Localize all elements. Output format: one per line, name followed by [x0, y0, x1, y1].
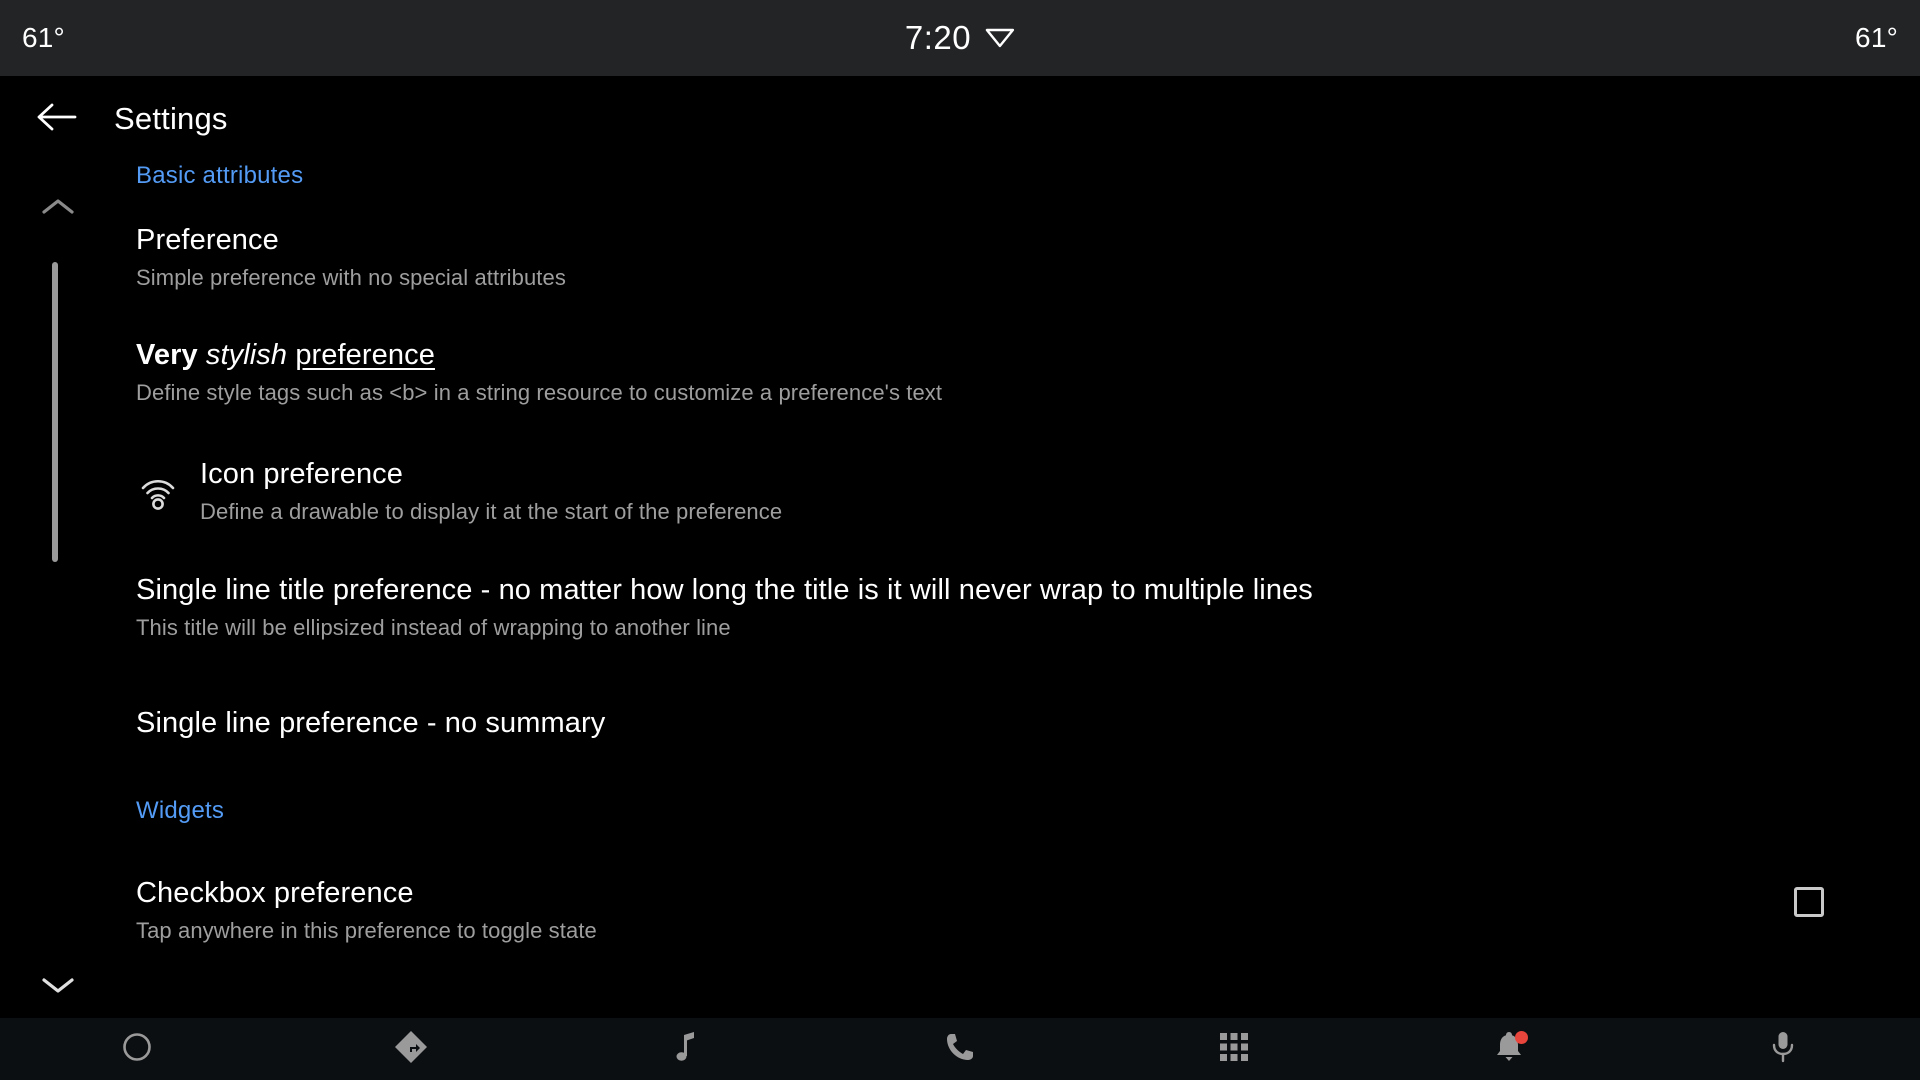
- preference-title: Very stylish preference: [136, 339, 1920, 372]
- chevron-down-icon: [40, 973, 76, 1002]
- preference-summary: Simple preference with no special attrib…: [136, 265, 566, 291]
- status-bar: 61° 7:20 61°: [0, 0, 1920, 76]
- preference-title: Icon preference: [200, 458, 404, 490]
- music-note-icon: [671, 1030, 701, 1069]
- home-circle-icon: [120, 1030, 154, 1069]
- preference-title: Checkbox preference: [136, 877, 414, 909]
- wifi-icon: [985, 23, 1015, 54]
- navigation-directions-icon: [393, 1029, 429, 1070]
- back-button[interactable]: [28, 91, 84, 147]
- preference-summary: Define style tags such as <b> in a strin…: [136, 380, 943, 406]
- nav-item-phone[interactable]: [823, 1018, 1097, 1080]
- app-bar: Settings: [0, 76, 1920, 162]
- preference-item-preference[interactable]: Preference Simple preference with no spe…: [136, 224, 1920, 291]
- preference-title: Preference: [136, 224, 279, 256]
- preference-item-single-line-no-summary[interactable]: Single line preference - no summary: [136, 707, 1920, 740]
- preference-item-icon-preference[interactable]: Icon preference Define a drawable to dis…: [136, 458, 1920, 525]
- phone-icon: [944, 1031, 976, 1068]
- nav-item-notifications[interactable]: [1371, 1018, 1645, 1080]
- section-header-basic-attributes: Basic attributes: [136, 162, 304, 189]
- preference-summary: This title will be ellipsized instead of…: [136, 615, 731, 641]
- apps-grid-icon: [1219, 1032, 1249, 1067]
- preference-item-checkbox[interactable]: Checkbox preference Tap anywhere in this…: [136, 877, 1920, 944]
- status-center-group: 7:20: [905, 19, 1015, 57]
- nav-item-media[interactable]: [549, 1018, 823, 1080]
- nav-item-assistant[interactable]: [1646, 1018, 1920, 1080]
- preference-title: Single line preference - no summary: [136, 707, 606, 739]
- status-right-temperature: 61°: [1855, 22, 1898, 53]
- scroll-up-button[interactable]: [36, 192, 80, 226]
- preference-summary: Define a drawable to display it at the s…: [200, 499, 783, 525]
- checkbox-preference-checkbox[interactable]: [1794, 887, 1824, 917]
- vertical-scrollbar-thumb[interactable]: [52, 262, 58, 562]
- page-title: Settings: [114, 101, 228, 136]
- chevron-up-icon: [40, 195, 76, 224]
- preference-title-bold-part: Very: [136, 339, 198, 371]
- preference-item-single-line-title[interactable]: Single line title preference - no matter…: [136, 574, 1920, 641]
- preference-title: Single line title preference - no matter…: [136, 574, 1313, 606]
- status-left-temperature: 61°: [22, 22, 65, 53]
- preferences-scroll-area[interactable]: Basic attributes Preference Simple prefe…: [0, 162, 1920, 1018]
- bottom-navigation-bar: [0, 1018, 1920, 1080]
- scroll-down-button[interactable]: [36, 970, 80, 1004]
- back-arrow-icon: [35, 101, 77, 138]
- preference-item-stylish[interactable]: Very stylish preference Define style tag…: [136, 339, 1920, 406]
- wifi-tethering-icon: [136, 470, 180, 514]
- status-clock: 7:20: [904, 19, 972, 56]
- notification-badge-dot: [1515, 1031, 1529, 1044]
- nav-item-navigation[interactable]: [274, 1018, 548, 1080]
- nav-item-home[interactable]: [0, 1018, 274, 1080]
- section-header-widgets: Widgets: [136, 797, 225, 824]
- preference-title-italic-part: stylish: [205, 339, 288, 371]
- preference-title-underline-part: preference: [295, 339, 435, 371]
- preference-summary: Tap anywhere in this preference to toggl…: [136, 918, 597, 944]
- microphone-icon: [1769, 1030, 1797, 1069]
- nav-item-apps[interactable]: [1097, 1018, 1371, 1080]
